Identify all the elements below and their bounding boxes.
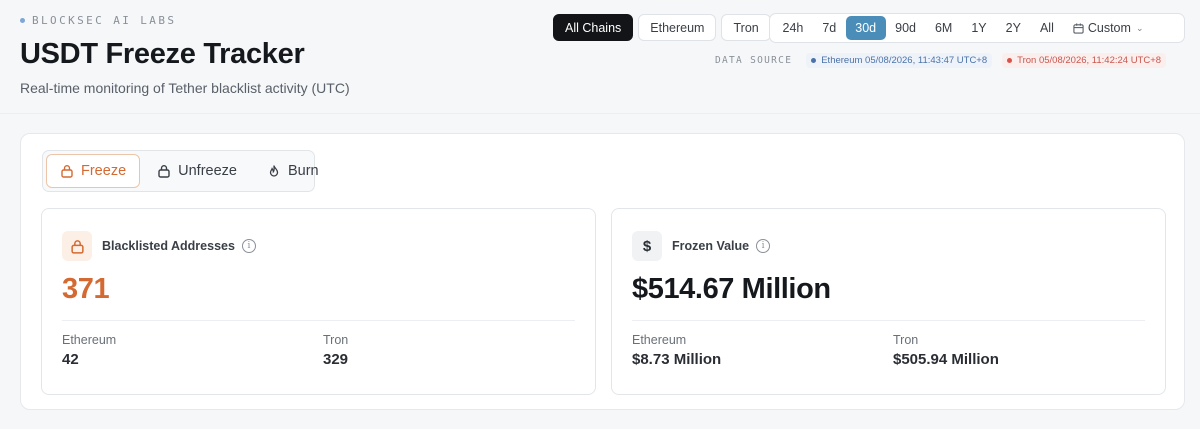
range-90d-button[interactable]: 90d	[886, 16, 926, 40]
frozen-total: $514.67 Million	[632, 273, 831, 305]
tron-value: $505.94 Million	[893, 351, 999, 368]
card-header: $ Frozen Value i	[632, 231, 771, 261]
tron-source-badge: Tron 05/08/2026, 11:42:24 UTC+8	[1002, 53, 1167, 68]
tron-label: Tron	[893, 333, 919, 347]
tab-burn-label: Burn	[287, 163, 319, 179]
blacklisted-addresses-card: Blacklisted Addresses i 371 Ethereum 42 …	[41, 208, 596, 395]
range-24h-button[interactable]: 24h	[773, 16, 813, 40]
tron-value: 329	[323, 351, 349, 368]
tron-dot-icon	[1007, 58, 1013, 63]
page-subtitle: Real-time monitoring of Tether blacklist…	[20, 80, 350, 96]
range-custom-button[interactable]: Custom ⌄	[1063, 16, 1153, 40]
card-title: Frozen Value	[672, 239, 750, 253]
range-30d-button[interactable]: 30d	[845, 16, 886, 40]
header-divider	[0, 113, 1200, 114]
data-source-label: DATA SOURCE	[715, 55, 793, 66]
info-icon[interactable]: i	[241, 239, 256, 253]
ethereum-breakdown: Ethereum 42	[62, 333, 116, 368]
ethereum-value: 42	[62, 351, 79, 368]
tab-unfreeze-label: Unfreeze	[178, 163, 237, 179]
blacklisted-total: 371	[62, 273, 110, 305]
tron-breakdown: Tron 329	[323, 333, 348, 368]
card-header: Blacklisted Addresses i	[62, 231, 256, 261]
calendar-icon	[1073, 22, 1084, 34]
lock-icon	[62, 231, 92, 261]
range-6m-button[interactable]: 6M	[925, 16, 961, 40]
ethereum-source-badge: Ethereum 05/08/2026, 11:43:47 UTC+8	[806, 53, 993, 68]
custom-label: Custom	[1087, 21, 1131, 35]
tron-source-text: Tron 05/08/2026, 11:42:24 UTC+8	[1017, 55, 1162, 66]
ethereum-label: Ethereum	[62, 333, 117, 347]
tab-unfreeze[interactable]: Unfreeze	[144, 154, 250, 188]
flame-icon	[269, 165, 279, 177]
card-divider	[62, 320, 575, 321]
tab-freeze[interactable]: Freeze	[46, 154, 141, 188]
ethereum-source-text: Ethereum 05/08/2026, 11:43:47 UTC+8	[821, 55, 988, 66]
range-all-button[interactable]: All	[1030, 16, 1063, 40]
ethereum-breakdown: Ethereum $8.73 Million	[632, 333, 721, 368]
info-icon[interactable]: i	[756, 239, 771, 253]
chain-tron-button[interactable]: Tron	[721, 14, 771, 41]
brand-dot-icon	[20, 18, 25, 23]
tab-burn[interactable]: Burn	[254, 154, 332, 188]
chevron-down-icon: ⌄	[1135, 22, 1144, 33]
ethereum-value: $8.73 Million	[632, 351, 722, 368]
main-panel: Freeze Unfreeze Burn Blacklisted Address…	[20, 133, 1185, 410]
range-2y-button[interactable]: 2Y	[996, 16, 1030, 40]
frozen-value-card: $ Frozen Value i $514.67 Million Ethereu…	[611, 208, 1166, 395]
chain-filter: All Chains Ethereum Tron	[553, 14, 771, 41]
time-range-filter: 24h 7d 30d 90d 6M 1Y 2Y All Custom ⌄	[769, 13, 1185, 43]
card-divider	[632, 320, 1145, 321]
data-source: DATA SOURCE Ethereum 05/08/2026, 11:43:4…	[715, 53, 1167, 68]
chain-all-button[interactable]: All Chains	[553, 14, 634, 41]
ethereum-dot-icon	[811, 58, 817, 63]
card-title: Blacklisted Addresses	[102, 239, 235, 253]
chain-ethereum-button[interactable]: Ethereum	[638, 14, 717, 41]
range-7d-button[interactable]: 7d	[813, 16, 846, 40]
tron-breakdown: Tron $505.94 Million	[893, 333, 999, 368]
brand: BLOCKSEC AI LABS	[20, 14, 176, 27]
dollar-icon: $	[632, 231, 662, 261]
range-1y-button[interactable]: 1Y	[962, 16, 996, 40]
tab-freeze-label: Freeze	[81, 163, 127, 179]
unlock-icon	[158, 165, 170, 178]
tron-label: Tron	[323, 333, 349, 347]
page-title: USDT Freeze Tracker	[20, 38, 305, 70]
event-type-tabs: Freeze Unfreeze Burn	[42, 150, 319, 192]
lock-icon	[61, 165, 73, 178]
brand-label: BLOCKSEC AI LABS	[32, 14, 177, 27]
ethereum-label: Ethereum	[632, 333, 687, 347]
